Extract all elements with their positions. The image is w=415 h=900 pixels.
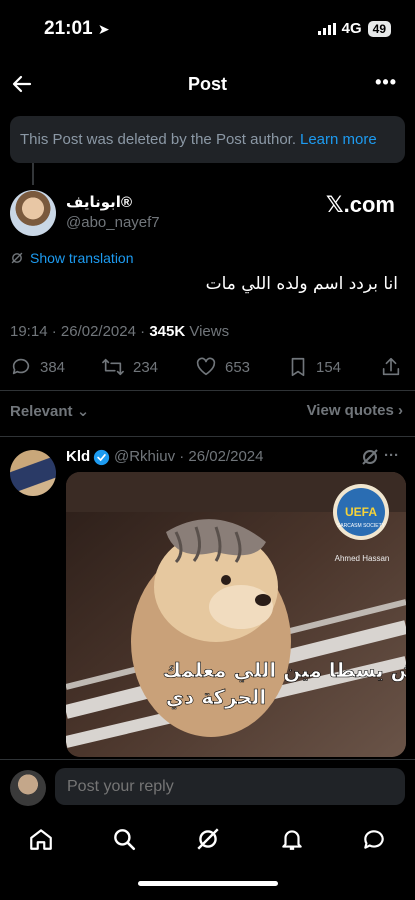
user-avatar[interactable] [10, 770, 46, 806]
bookmark-button[interactable]: 154 [288, 356, 341, 378]
learn-more-link[interactable]: Learn more [300, 131, 377, 148]
sort-label: Relevant [10, 403, 73, 420]
views-label[interactable]: Views [189, 323, 229, 340]
reply-date: 26/02/2024 [188, 448, 264, 465]
author-name[interactable]: ابونايف® [66, 193, 132, 211]
logo-text: UEFA [345, 505, 377, 519]
bookmark-count: 154 [316, 358, 342, 376]
status-time: 21:01 ➤ [44, 18, 110, 40]
image-credit: Ahmed Hassan [335, 554, 390, 563]
view-quotes-label: View quotes [306, 402, 394, 419]
divider [0, 436, 415, 437]
search-icon[interactable] [111, 826, 137, 852]
reply-avatar[interactable] [10, 450, 56, 496]
page-title: Post [187, 74, 227, 94]
reply-more-icon[interactable]: ··· [384, 447, 399, 464]
bookmark-icon [291, 357, 305, 377]
post-time: 19:14 [10, 323, 48, 340]
location-arrow-icon: ➤ [97, 21, 110, 37]
reply-handle[interactable]: @Rkhiuv [114, 448, 175, 465]
like-button[interactable]: 653 [195, 356, 250, 378]
show-translation-button[interactable]: Show translation [10, 250, 134, 266]
logo-subtext: SARCASM SOCIETY [337, 523, 386, 529]
heart-icon [196, 357, 216, 376]
grok-icon[interactable] [195, 826, 221, 852]
source-badge: 𝕏.com [325, 192, 395, 217]
post-meta: 19:14 · 26/02/2024 · 345K Views [10, 323, 230, 340]
deleted-notice-text: This Post was deleted by the Post author… [20, 131, 296, 148]
repost-button[interactable]: 234 [101, 356, 158, 378]
meme-image: UEFA SARCASM SOCIETY Ahmed Hassan عاش يس… [66, 472, 406, 757]
share-icon [382, 357, 400, 376]
reply-button[interactable]: 384 [10, 356, 65, 378]
sort-dropdown[interactable]: Relevant ⌄ [10, 402, 89, 420]
reply-count: 384 [40, 358, 66, 376]
bottom-tab-bar [0, 820, 415, 860]
share-button[interactable] [380, 356, 402, 378]
divider [0, 759, 415, 760]
post-date: 26/02/2024 [60, 323, 136, 340]
reply-author-name[interactable]: Kld [66, 448, 90, 465]
author-handle[interactable]: @abo_nayef7 [66, 214, 160, 231]
network-label: 4G [341, 20, 362, 37]
reply-meta: @Rkhiuv · 26/02/2024 [114, 448, 264, 465]
home-indicator [138, 881, 278, 886]
signal-icon [317, 22, 336, 35]
view-quotes-link[interactable]: View quotes › [307, 402, 403, 419]
message-icon[interactable] [361, 826, 387, 852]
thread-line [32, 163, 34, 185]
reply-input[interactable] [55, 768, 405, 805]
caption-line-2: الحركة دي [166, 685, 267, 710]
action-bar: 384 234 653 154 [0, 356, 415, 380]
reply-media-image[interactable]: UEFA SARCASM SOCIETY Ahmed Hassan عاش يس… [66, 472, 406, 757]
grok-icon[interactable] [360, 447, 380, 467]
deleted-notice: This Post was deleted by the Post author… [10, 116, 405, 163]
reply-icon [12, 358, 30, 375]
home-icon[interactable] [28, 826, 54, 852]
grok-icon [11, 252, 23, 264]
battery-icon: 49 [367, 20, 391, 37]
divider [0, 390, 415, 391]
author-avatar[interactable] [10, 190, 56, 236]
post-text: انا بردد اسم ولده اللي مات [205, 274, 398, 294]
status-indicators: 4G 49 [317, 20, 391, 37]
verified-badge-icon [93, 449, 110, 466]
repost-count: 234 [133, 358, 159, 376]
show-translation-label: Show translation [30, 250, 134, 266]
chevron-right-icon: › [398, 402, 403, 419]
more-icon[interactable]: ••• [375, 72, 397, 93]
like-count: 653 [225, 358, 251, 376]
bell-icon[interactable] [279, 826, 305, 852]
status-time-text: 21:01 [44, 18, 93, 39]
chevron-down-icon: ⌄ [76, 403, 90, 420]
caption-line-1: عاش يسطا مين اللي معلمك [163, 658, 406, 683]
repost-icon [102, 358, 124, 376]
views-count: 345K [149, 323, 186, 340]
